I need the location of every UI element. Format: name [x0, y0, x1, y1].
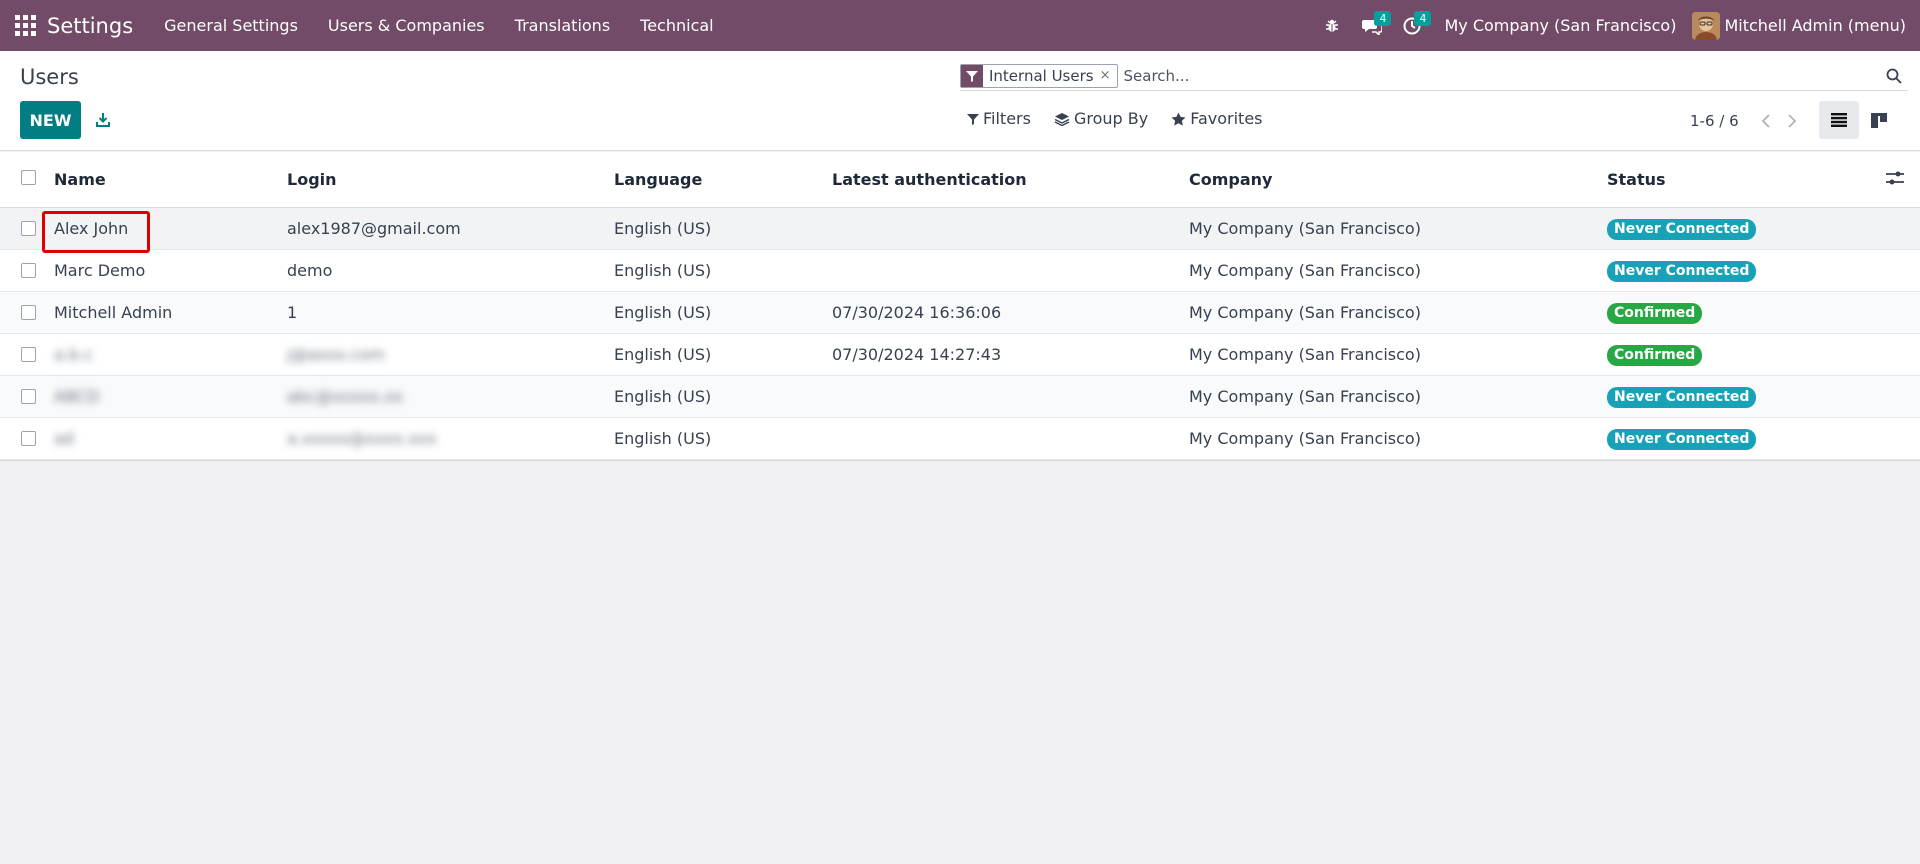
user-login-cell[interactable]: alex1987@gmail.com [287, 219, 461, 238]
filter-icon [967, 113, 979, 125]
status-badge: Never Connected [1607, 428, 1757, 450]
group-by-label: Group By [1073, 109, 1149, 128]
table-row[interactable]: a.b.c j@axxx.com English (US) 07/30/2024… [0, 334, 1920, 376]
user-auth-cell[interactable]: 07/30/2024 14:27:43 [832, 345, 1001, 364]
user-company-cell[interactable]: My Company (San Francisco) [1189, 345, 1421, 364]
user-name-cell[interactable]: Mitchell Admin [54, 303, 172, 322]
user-login-cell[interactable]: demo [287, 261, 332, 280]
search-input[interactable] [1123, 62, 1882, 89]
table-row[interactable]: Marc Demo demo English (US) My Company (… [0, 250, 1920, 292]
pager: 1-6 / 6 [1690, 111, 1805, 131]
search-facet-internal-users[interactable]: Internal Users × [960, 63, 1118, 88]
new-button[interactable]: NEW [20, 101, 81, 139]
search-options: Filters Group By Favorites [967, 109, 1286, 128]
messages-count-badge: 4 [1374, 11, 1392, 26]
user-company-cell[interactable]: My Company (San Francisco) [1189, 303, 1421, 322]
page-title: Users [20, 65, 79, 89]
menu-general-settings[interactable]: General Settings [149, 0, 313, 51]
facet-label: Internal Users [989, 66, 1094, 85]
user-menu[interactable]: Mitchell Admin (menu) [1692, 11, 1920, 40]
user-company-cell[interactable]: My Company (San Francisco) [1189, 219, 1421, 238]
layers-icon [1054, 112, 1070, 126]
users-list: Name Login Language Latest authenticatio… [0, 152, 1920, 461]
activities-count-badge: 4 [1414, 11, 1432, 26]
navbar-systray: 4 4 My Company (San Francisco) Mitchell … [1312, 0, 1920, 51]
activities-clock-icon[interactable]: 4 [1392, 0, 1432, 51]
user-company-cell[interactable]: My Company (San Francisco) [1189, 261, 1421, 280]
user-language-cell[interactable]: English (US) [614, 219, 711, 238]
user-name-cell[interactable]: ABCD [54, 387, 99, 406]
apps-grid-icon[interactable] [13, 14, 37, 38]
user-name-cell[interactable]: Alex John [54, 219, 128, 238]
row-checkbox[interactable] [21, 305, 36, 320]
debug-bug-icon[interactable] [1312, 0, 1352, 51]
row-checkbox[interactable] [21, 389, 36, 404]
row-checkbox[interactable] [21, 263, 36, 278]
user-auth-cell[interactable]: 07/30/2024 16:36:06 [832, 303, 1001, 322]
messages-chat-icon[interactable]: 4 [1352, 0, 1392, 51]
user-language-cell[interactable]: English (US) [614, 303, 711, 322]
table-row[interactable]: ABCD abc@xxxxx.xx English (US) My Compan… [0, 376, 1920, 418]
status-badge: Never Connected [1607, 218, 1757, 240]
user-login-cell[interactable]: a.xxxxx@xxxx.xxx [287, 429, 437, 448]
select-all-checkbox[interactable] [21, 170, 36, 185]
user-login-cell[interactable]: j@axxx.com [287, 345, 385, 364]
user-name: Mitchell Admin (menu) [1724, 16, 1906, 35]
column-header-latest-authentication[interactable]: Latest authentication [832, 170, 1027, 189]
pager-next-icon[interactable] [1779, 111, 1805, 131]
user-language-cell[interactable]: English (US) [614, 345, 711, 364]
status-badge: Never Connected [1607, 260, 1757, 282]
filters-label: Filters [983, 109, 1031, 128]
column-header-company[interactable]: Company [1189, 170, 1272, 189]
user-name-cell[interactable]: ad [54, 429, 74, 448]
search-icon[interactable] [1882, 64, 1906, 88]
user-name-cell[interactable]: Marc Demo [54, 261, 145, 280]
star-icon [1171, 112, 1186, 126]
row-checkbox[interactable] [21, 221, 36, 236]
user-language-cell[interactable]: English (US) [614, 261, 711, 280]
group-by-button[interactable]: Group By [1054, 109, 1148, 128]
top-navbar: Settings General Settings Users & Compan… [0, 0, 1920, 51]
menu-users-companies[interactable]: Users & Companies [313, 0, 500, 51]
status-badge: Never Connected [1607, 386, 1757, 408]
column-header-name[interactable]: Name [54, 170, 106, 189]
optional-columns-sliders-icon[interactable] [1886, 170, 1904, 190]
table-row[interactable]: Alex John alex1987@gmail.com English (US… [0, 208, 1920, 250]
table-row[interactable]: Mitchell Admin 1 English (US) 07/30/2024… [0, 292, 1920, 334]
column-header-language[interactable]: Language [614, 170, 702, 189]
table-row[interactable]: ad a.xxxxx@xxxx.xxx English (US) My Comp… [0, 418, 1920, 460]
user-company-cell[interactable]: My Company (San Francisco) [1189, 387, 1421, 406]
row-checkbox[interactable] [21, 347, 36, 362]
pager-previous-icon[interactable] [1753, 111, 1779, 131]
list-header: Name Login Language Latest authenticatio… [0, 152, 1920, 208]
user-language-cell[interactable]: English (US) [614, 387, 711, 406]
user-login-cell[interactable]: abc@xxxxx.xx [287, 387, 403, 406]
column-header-login[interactable]: Login [287, 170, 337, 189]
search-bar: Internal Users × [960, 61, 1908, 91]
control-panel: Users NEW Internal Users × Filters Group… [0, 51, 1920, 151]
user-language-cell[interactable]: English (US) [614, 429, 711, 448]
kanban-view-icon[interactable] [1859, 101, 1899, 139]
view-switcher [1819, 101, 1899, 139]
facet-remove-icon[interactable]: × [1100, 68, 1117, 83]
app-brand[interactable]: Settings [47, 14, 133, 38]
company-switcher[interactable]: My Company (San Francisco) [1432, 16, 1692, 35]
column-header-status[interactable]: Status [1607, 170, 1666, 189]
favorites-button[interactable]: Favorites [1171, 109, 1263, 128]
menu-translations[interactable]: Translations [500, 0, 626, 51]
download-icon[interactable] [90, 107, 116, 133]
row-checkbox[interactable] [21, 431, 36, 446]
status-badge: Confirmed [1607, 302, 1703, 324]
menu-technical[interactable]: Technical [625, 0, 728, 51]
status-badge: Confirmed [1607, 344, 1703, 366]
pager-value[interactable]: 1-6 / 6 [1690, 112, 1739, 130]
favorites-label: Favorites [1190, 109, 1263, 128]
avatar [1692, 11, 1721, 40]
list-view-icon[interactable] [1819, 101, 1859, 139]
user-name-cell[interactable]: a.b.c [54, 345, 93, 364]
user-company-cell[interactable]: My Company (San Francisco) [1189, 429, 1421, 448]
filter-funnel-icon [961, 64, 983, 87]
user-login-cell[interactable]: 1 [287, 303, 297, 322]
filters-button[interactable]: Filters [967, 109, 1031, 128]
